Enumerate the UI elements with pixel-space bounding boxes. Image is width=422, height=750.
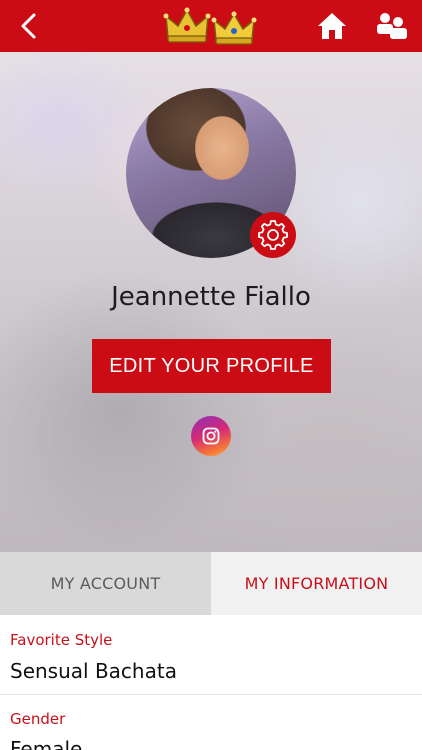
profile-name: Jeannette Fiallo [111,282,311,312]
instagram-icon [202,427,220,445]
home-button[interactable] [316,10,348,42]
tab-my-information[interactable]: MY INFORMATION [211,552,422,615]
profile-header: Jeannette Fiallo EDIT YOUR PROFILE [0,52,422,552]
instagram-button[interactable] [191,416,231,456]
edit-profile-button[interactable]: EDIT YOUR PROFILE [92,339,331,393]
users-icon [377,13,407,39]
gender-value: Female [10,737,83,750]
list-item: Gender Female [0,695,422,750]
favorite-style-label: Favorite Style [10,631,113,649]
home-icon [318,13,346,39]
list-item: Favorite Style Sensual Bachata [0,615,422,695]
gender-label: Gender [10,710,66,728]
profile-settings-button[interactable] [250,212,296,258]
favorite-style-value: Sensual Bachata [10,659,177,683]
profile-tabs: MY ACCOUNT MY INFORMATION [0,552,422,615]
information-list: Favorite Style Sensual Bachata Gender Fe… [0,615,422,750]
gear-icon [258,220,288,250]
chevron-left-icon [21,13,36,39]
tab-my-account[interactable]: MY ACCOUNT [0,552,211,615]
back-button[interactable] [14,10,46,42]
users-button[interactable] [374,10,408,42]
top-bar [0,0,422,52]
crowns-logo-icon [162,4,260,48]
